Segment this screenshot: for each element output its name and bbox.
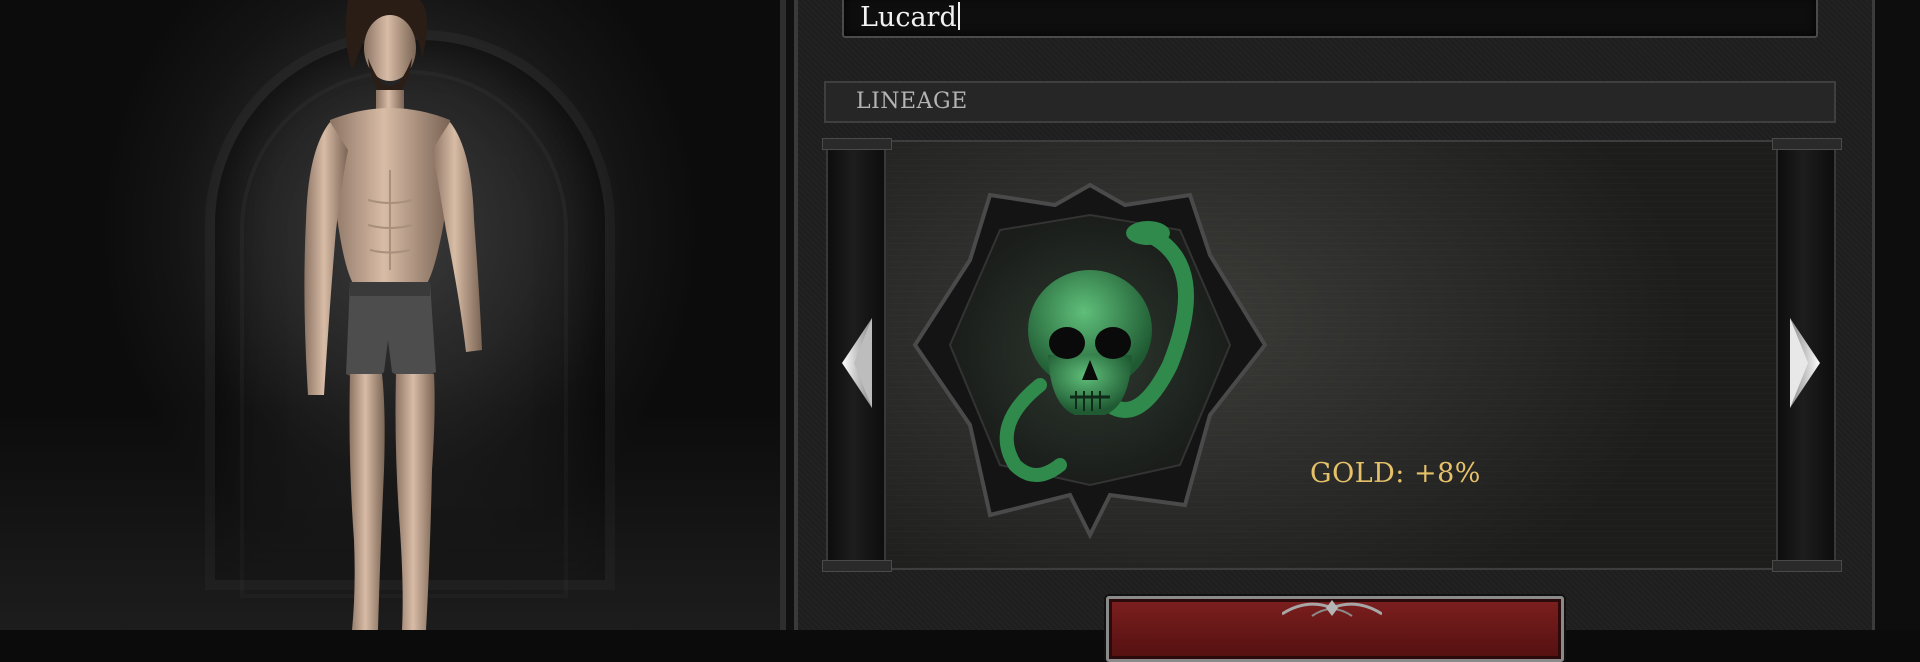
text-caret [957,2,960,30]
green-skull-serpent-emblem [912,182,1268,540]
character-name-input[interactable]: Lucard [842,0,1818,38]
lineage-header-label: LINEAGE [856,89,968,114]
pillar-cap [1772,138,1842,150]
pillar-cap [822,560,892,572]
pillar-cap [1772,560,1842,572]
character-model [304,0,482,630]
ornament-icon [1282,600,1382,617]
lineage-bonus-text: GOLD: +8% [1310,458,1481,489]
lineage-section-header: LINEAGE [824,81,1836,123]
pillar-cap [822,138,892,150]
panel-frame-edge [1872,0,1920,630]
character-name-value: Lucard [860,2,957,33]
left-arrow-icon[interactable] [842,318,872,408]
character-preview[interactable] [0,0,780,630]
right-arrow-icon[interactable] [1790,318,1820,408]
